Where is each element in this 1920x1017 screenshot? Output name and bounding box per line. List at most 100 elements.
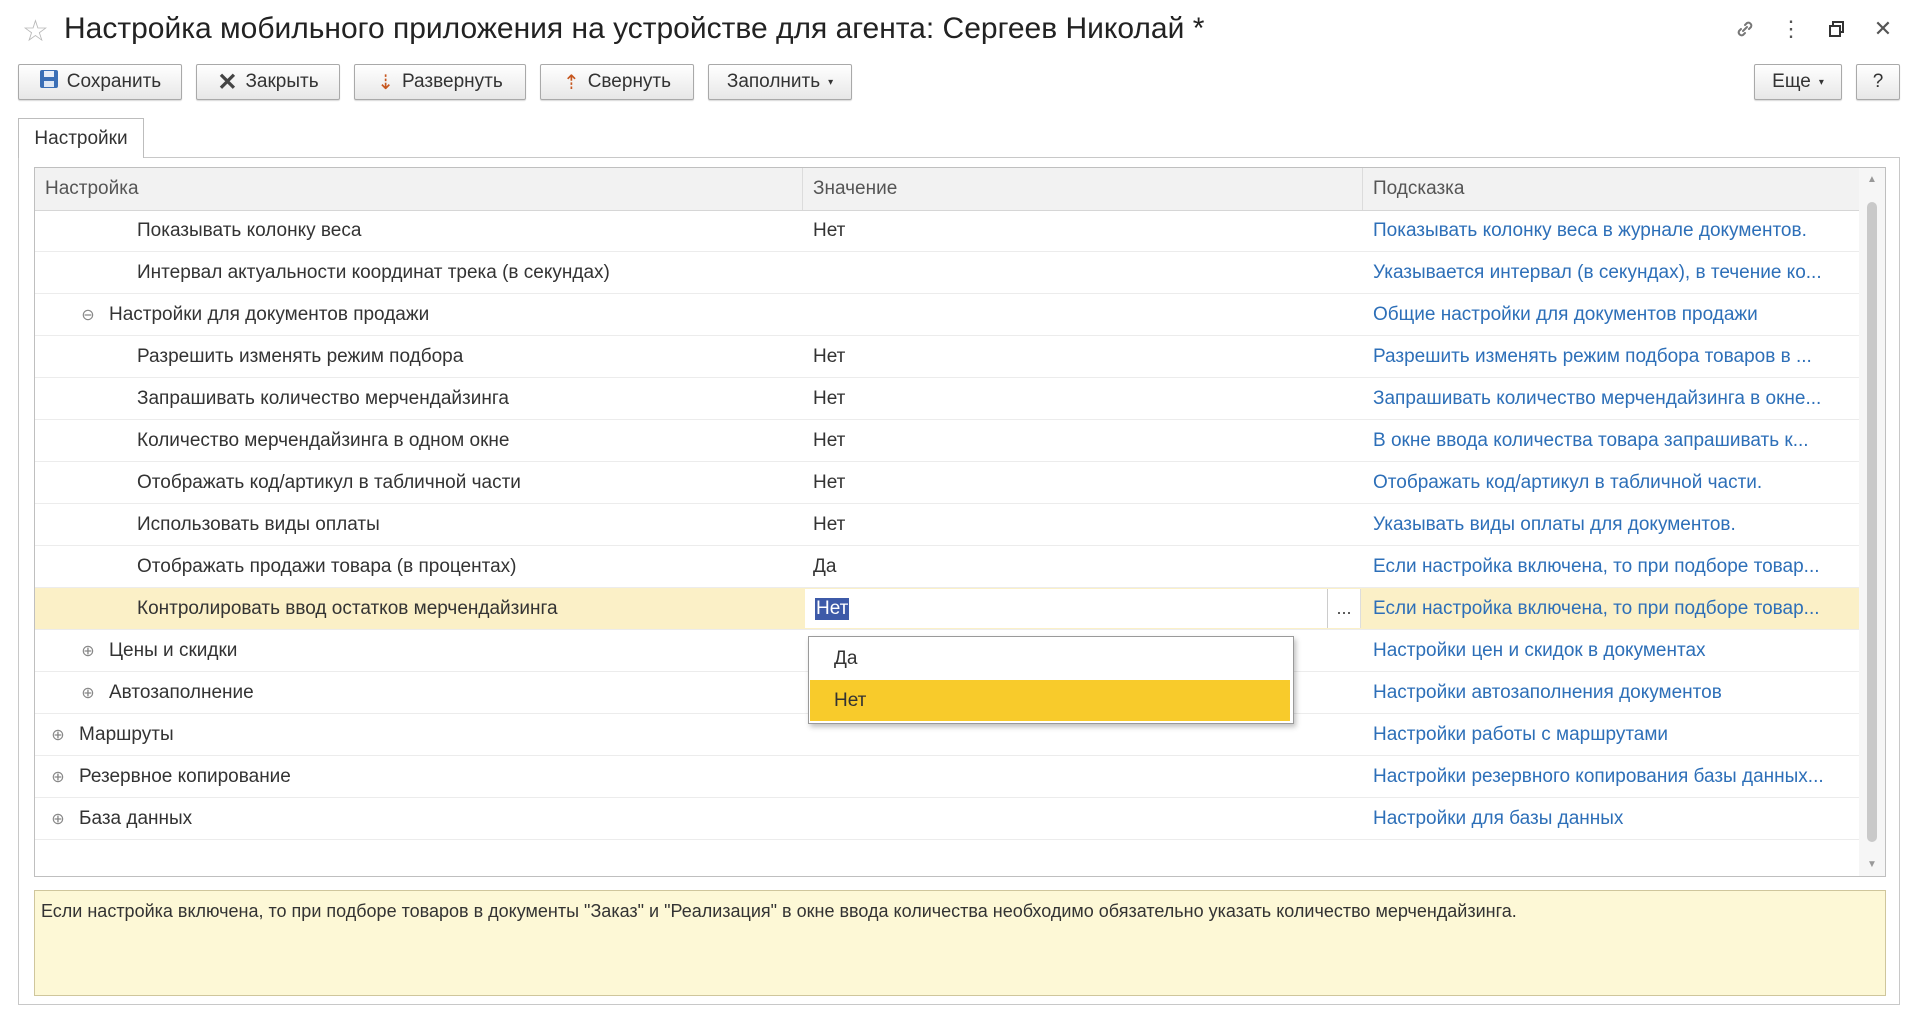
setting-value-cell[interactable]: Нет bbox=[803, 210, 1363, 251]
setting-name-cell: Отображать код/артикул в табличной части bbox=[35, 462, 803, 503]
expand-button[interactable]: ⇣ Развернуть bbox=[354, 64, 526, 100]
setting-hint-link[interactable]: Настройки резервного копирования базы да… bbox=[1363, 756, 1861, 797]
setting-name-cell: Контролировать ввод остатков мерчендайзи… bbox=[35, 588, 803, 629]
setting-hint-link[interactable]: Настройки автозаполнения документов bbox=[1363, 672, 1861, 713]
close-button-label: Закрыть bbox=[245, 71, 319, 92]
table-row[interactable]: Отображать код/артикул в табличной части… bbox=[35, 462, 1861, 504]
tab-settings[interactable]: Настройки bbox=[18, 118, 144, 158]
setting-value-cell[interactable] bbox=[803, 756, 1363, 797]
window-title: Настройка мобильного приложения на устро… bbox=[64, 12, 1205, 45]
setting-hint-link[interactable]: Настройки работы с маршрутами bbox=[1363, 714, 1861, 755]
setting-hint-link[interactable]: Отображать код/артикул в табличной части… bbox=[1363, 462, 1861, 503]
hint-panel: Если настройка включена, то при подборе … bbox=[34, 890, 1886, 996]
choice-button[interactable]: ... bbox=[1327, 589, 1360, 628]
more-actions-icon[interactable]: ⋮ bbox=[1778, 16, 1804, 42]
column-header-value[interactable]: Значение bbox=[803, 168, 1363, 210]
setting-label: Количество мерчендайзинга в одном окне bbox=[137, 429, 510, 451]
help-button[interactable]: ? bbox=[1856, 64, 1900, 100]
table-row[interactable]: ⊕ База данных Настройки для базы данных bbox=[35, 798, 1861, 840]
table-row[interactable]: Показывать колонку веса Нет Показывать кол… bbox=[35, 210, 1861, 252]
setting-hint-link[interactable]: Запрашивать количество мерчендайзинга в … bbox=[1363, 378, 1861, 419]
setting-hint-link[interactable]: Указывать виды оплаты для документов. bbox=[1363, 504, 1861, 545]
setting-value-cell[interactable]: Нет bbox=[803, 378, 1363, 419]
table-row[interactable]: ⊕ Резервное копирование Настройки резервно… bbox=[35, 756, 1861, 798]
close-button[interactable]: ✕ Закрыть bbox=[196, 64, 340, 100]
setting-name-cell: Запрашивать количество мерчендайзинга bbox=[35, 378, 803, 419]
expand-node-icon[interactable]: ⊕ bbox=[81, 683, 95, 703]
more-dropdown-button[interactable]: Еще ▾ bbox=[1754, 64, 1842, 100]
table-row[interactable]: ⊖ Настройки для документов продажи Общие н… bbox=[35, 294, 1861, 336]
favorite-star-icon[interactable]: ☆ bbox=[22, 14, 49, 49]
expand-button-label: Развернуть bbox=[402, 71, 503, 92]
scroll-up-arrow-icon[interactable]: ▲ bbox=[1859, 174, 1885, 185]
setting-label: Интервал актуальности координат трека (в… bbox=[137, 261, 610, 283]
setting-value-cell[interactable] bbox=[803, 252, 1363, 293]
table-row[interactable]: Запрашивать количество мерчендайзинга Нет… bbox=[35, 378, 1861, 420]
fill-dropdown-button[interactable]: Заполнить ▾ bbox=[708, 64, 852, 100]
setting-name-cell: ⊕ Автозаполнение bbox=[35, 672, 803, 713]
floppy-disk-icon bbox=[39, 69, 59, 95]
collapse-node-icon[interactable]: ⊖ bbox=[81, 305, 95, 325]
link-icon[interactable] bbox=[1732, 16, 1758, 42]
fill-button-label: Заполнить bbox=[726, 71, 821, 92]
setting-name-cell: ⊖ Настройки для документов продажи bbox=[35, 294, 803, 335]
expand-tree-icon: ⇣ bbox=[377, 71, 395, 94]
table-row[interactable]: Разрешить изменять режим подбора Нет Разре… bbox=[35, 336, 1861, 378]
expand-node-icon[interactable]: ⊕ bbox=[51, 809, 65, 829]
dropdown-option-yes[interactable]: Да bbox=[810, 638, 1290, 679]
vertical-scrollbar[interactable]: ▲ ▼ bbox=[1859, 168, 1885, 876]
save-button-label: Сохранить bbox=[66, 71, 162, 92]
setting-hint-link[interactable]: Разрешить изменять режим подбора товаров… bbox=[1363, 336, 1861, 377]
table-row[interactable]: Контролировать ввод остатков мерчендайзи… bbox=[35, 588, 1861, 630]
setting-name-cell: Показывать колонку веса bbox=[35, 210, 803, 251]
setting-value-cell[interactable]: Да bbox=[803, 546, 1363, 587]
save-button[interactable]: Сохранить bbox=[18, 64, 182, 100]
collapse-button[interactable]: ⇡ Свернуть bbox=[540, 64, 694, 100]
setting-hint-link[interactable]: Настройки для базы данных bbox=[1363, 798, 1861, 839]
collapse-button-label: Свернуть bbox=[587, 71, 672, 92]
window-controls: ⋮ ✕ bbox=[1732, 16, 1896, 42]
selected-value-text: Нет bbox=[815, 597, 850, 620]
setting-label: Отображать код/артикул в табличной части bbox=[137, 471, 521, 493]
setting-label: Контролировать ввод остатков мерчендайзи… bbox=[137, 597, 558, 619]
setting-hint-link[interactable]: Общие настройки для документов продажи bbox=[1363, 294, 1861, 335]
table-row[interactable]: Отображать продажи товара (в процентах) Д… bbox=[35, 546, 1861, 588]
more-button-label: Еще bbox=[1772, 71, 1811, 92]
table-row[interactable]: Интервал актуальности координат трека (в… bbox=[35, 252, 1861, 294]
setting-value-cell[interactable]: Нет bbox=[803, 504, 1363, 545]
setting-name-cell: Интервал актуальности координат трека (в… bbox=[35, 252, 803, 293]
setting-hint-link[interactable]: Настройки цен и скидок в документах bbox=[1363, 630, 1861, 671]
table-row[interactable]: Использовать виды оплаты Нет Указывать вид… bbox=[35, 504, 1861, 546]
scrollbar-thumb[interactable] bbox=[1867, 202, 1877, 842]
setting-value-cell[interactable]: Нет bbox=[803, 336, 1363, 377]
column-header-setting[interactable]: Настройка bbox=[35, 168, 803, 210]
expand-node-icon[interactable]: ⊕ bbox=[51, 725, 65, 745]
setting-value-cell[interactable] bbox=[803, 798, 1363, 839]
value-dropdown-list: Да Нет bbox=[808, 636, 1294, 724]
setting-name-cell: Разрешить изменять режим подбора bbox=[35, 336, 803, 377]
setting-name-cell: Количество мерчендайзинга в одном окне bbox=[35, 420, 803, 461]
setting-label: Показывать колонку веса bbox=[137, 219, 362, 241]
setting-name-cell: ⊕ База данных bbox=[35, 798, 803, 839]
setting-value-cell[interactable]: Нет bbox=[803, 420, 1363, 461]
expand-node-icon[interactable]: ⊕ bbox=[51, 767, 65, 787]
collapse-tree-icon: ⇡ bbox=[562, 71, 580, 94]
setting-hint-link[interactable]: Указывается интервал (в секундах), в теч… bbox=[1363, 252, 1861, 293]
dropdown-option-no[interactable]: Нет bbox=[810, 680, 1290, 721]
scroll-down-arrow-icon[interactable]: ▼ bbox=[1859, 859, 1885, 870]
setting-name-cell: ⊕ Резервное копирование bbox=[35, 756, 803, 797]
close-x-icon: ✕ bbox=[217, 68, 238, 96]
setting-hint-link[interactable]: Если настройка включена, то при подборе … bbox=[1363, 588, 1861, 629]
setting-hint-link[interactable]: В окне ввода количества товара запрашива… bbox=[1363, 420, 1861, 461]
expand-node-icon[interactable]: ⊕ bbox=[81, 641, 95, 661]
setting-name-cell: Отображать продажи товара (в процентах) bbox=[35, 546, 803, 587]
restore-window-icon[interactable] bbox=[1824, 16, 1850, 42]
setting-value-cell[interactable]: Нет bbox=[803, 462, 1363, 503]
setting-value-cell[interactable] bbox=[803, 294, 1363, 335]
table-row[interactable]: Количество мерчендайзинга в одном окне Не… bbox=[35, 420, 1861, 462]
column-header-hint[interactable]: Подсказка bbox=[1363, 168, 1861, 210]
setting-hint-link[interactable]: Показывать колонку веса в журнале докуме… bbox=[1363, 210, 1861, 251]
value-edit-field[interactable]: Нет... bbox=[805, 589, 1361, 628]
close-window-icon[interactable]: ✕ bbox=[1870, 16, 1896, 42]
setting-hint-link[interactable]: Если настройка включена, то при подборе … bbox=[1363, 546, 1861, 587]
